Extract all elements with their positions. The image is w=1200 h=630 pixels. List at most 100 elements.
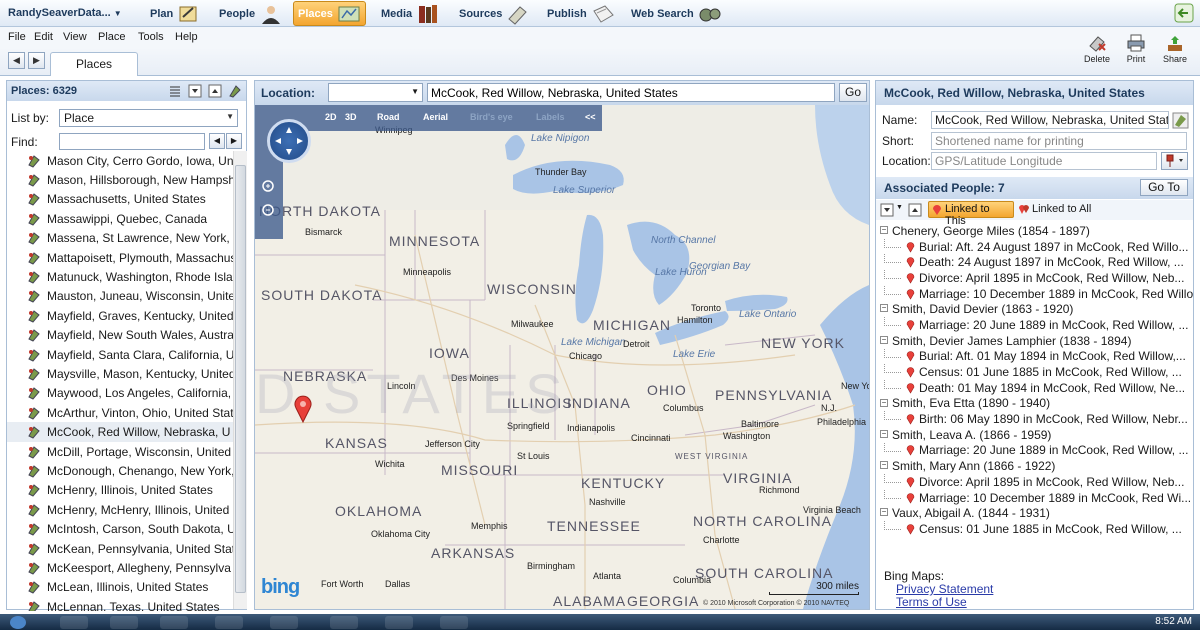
place-list-item[interactable]: McHenry, McHenry, Illinois, United S [7,500,233,519]
nav-places[interactable]: Places [293,1,366,26]
collapse-icon[interactable]: − [880,508,888,517]
places-scrollbar[interactable] [233,151,247,609]
event-node[interactable]: Marriage: 10 December 1889 in McCook, Re… [876,489,1193,506]
collapse-icon[interactable]: − [880,398,888,407]
place-list-item[interactable]: Mayfield, New South Wales, Austra [7,326,233,345]
location-search-input[interactable] [427,83,835,102]
pan-compass-icon[interactable] [267,119,311,163]
place-list-item[interactable]: Mauston, Juneau, Wisconsin, Unite [7,287,233,306]
event-node[interactable]: Burial: Aft. 24 August 1897 in McCook, R… [876,238,1193,255]
menu-file[interactable]: File [8,31,26,43]
place-list-item[interactable]: Maywood, Los Angeles, California, [7,384,233,403]
collapse-icon[interactable]: − [880,335,888,344]
taskbar-app-icon[interactable] [270,616,298,629]
taskbar-app-icon[interactable] [385,616,413,629]
person-node[interactable]: − Smith, David Devier (1863 - 1920) [876,301,1193,317]
nav-plan[interactable]: Plan [150,0,201,27]
list-view-icon[interactable] [168,84,182,98]
place-list-item[interactable]: Mayfield, Graves, Kentucky, United [7,306,233,325]
view-road[interactable]: Road [377,112,400,122]
person-node[interactable]: − Chenery, George Miles (1854 - 1897) [876,223,1193,239]
taskbar-app-icon[interactable] [215,616,243,629]
place-list-item[interactable]: Mattapoisett, Plymouth, Massachus [7,248,233,267]
place-list-item[interactable]: Mason, Hillsborough, New Hampsh [7,170,233,189]
place-list-item[interactable]: McHenry, Illinois, United States [7,481,233,500]
taskbar-app-icon[interactable] [160,616,188,629]
place-list-item[interactable]: McCook, Red Willow, Nebraska, U [7,422,233,442]
event-node[interactable]: Marriage: 20 June 1889 in McCook, Red Wi… [876,442,1193,459]
event-node[interactable]: Death: 01 May 1894 in McCook, Red Willow… [876,379,1193,396]
map-pin-icon[interactable] [293,395,313,423]
chevron-down-icon[interactable]: ▼ [896,204,903,211]
location-history-dropdown[interactable] [328,83,423,102]
zoom-in-icon[interactable] [261,179,277,195]
tab-places[interactable]: Places [50,52,138,76]
place-list-item[interactable]: Massachusetts, United States [7,190,233,209]
history-back-button[interactable]: ◀ [8,52,25,69]
event-node[interactable]: Death: 24 August 1897 in McCook, Red Wil… [876,254,1193,270]
nav-publish[interactable]: Publish [547,0,615,27]
place-list-item[interactable]: Matunuck, Washington, Rhode Islan [7,267,233,286]
view-aerial[interactable]: Aerial [423,112,448,122]
list-by-select[interactable]: Place [59,109,238,127]
start-button-icon[interactable] [10,616,26,629]
menu-edit[interactable]: Edit [34,31,53,43]
linked-to-all-toggle[interactable]: Linked to All [1018,203,1091,215]
place-list-item[interactable]: McArthur, Vinton, Ohio, United State [7,403,233,422]
find-previous-button[interactable]: ◀ [209,133,225,149]
collapse-icon[interactable]: − [880,429,888,438]
menu-help[interactable]: Help [175,31,198,43]
event-node[interactable]: Burial: Aft. 01 May 1894 in McCook, Red … [876,348,1193,365]
menu-tools[interactable]: Tools [138,31,164,43]
place-list-item[interactable]: McDill, Portage, Wisconsin, United [7,442,233,461]
place-list-item[interactable]: Mason City, Cerro Gordo, Iowa, Unit [7,151,233,170]
scrollbar-thumb[interactable] [235,165,246,593]
print-button[interactable]: Print [1119,34,1153,64]
gps-input[interactable]: GPS/Latitude Longitude [931,152,1157,170]
nav-media[interactable]: Media [381,0,440,27]
view-labels[interactable]: Labels [536,112,565,122]
taskbar-app-icon[interactable] [440,616,468,629]
family-tree-dropdown[interactable]: RandySeaverData... ▼ [8,7,122,19]
pin-location-button[interactable] [1161,152,1188,170]
sort-up-icon[interactable] [908,203,922,217]
collapse-icon[interactable]: − [880,226,888,234]
zoom-out-icon[interactable] [261,203,277,219]
map-pin-tool-icon[interactable] [228,84,242,98]
taskbar-app-icon[interactable] [330,616,358,629]
place-list-item[interactable]: McDonough, Chenango, New York, [7,461,233,480]
place-list-item[interactable]: McIntosh, Carson, South Dakota, Ur [7,519,233,538]
menu-view[interactable]: View [63,31,87,43]
place-list-item[interactable]: McKean, Pennsylvania, United Stat [7,539,233,558]
terms-of-use-link[interactable]: Terms of Use [896,596,1185,609]
person-node[interactable]: − Smith, Eva Etta (1890 - 1940) [876,396,1193,412]
event-node[interactable]: Census: 01 June 1885 in McCook, Red Will… [876,521,1193,537]
person-node[interactable]: − Smith, Leava A. (1866 - 1959) [876,427,1193,443]
find-input[interactable] [59,133,205,150]
menu-place[interactable]: Place [98,31,126,43]
sort-down-icon[interactable] [880,203,894,217]
event-node[interactable]: Marriage: 10 December 1889 in McCook, Re… [876,285,1193,302]
linked-to-this-toggle[interactable]: Linked to This [928,201,1014,227]
view-3d[interactable]: 3D [345,112,357,122]
person-node[interactable]: − Smith, Mary Ann (1866 - 1922) [876,458,1193,474]
nav-web-search[interactable]: Web Search [631,0,722,27]
globe-lookup-icon[interactable] [1172,112,1189,129]
event-node[interactable]: Divorce: April 1895 in McCook, Red Willo… [876,474,1193,490]
sort-up-icon[interactable] [208,84,222,98]
view-birds-eye[interactable]: Bird's eye [470,112,513,122]
nav-sources[interactable]: Sources [459,0,530,27]
collapse-icon[interactable]: − [880,304,888,313]
event-node[interactable]: Divorce: April 1895 in McCook, Red Willo… [876,270,1193,286]
back-arrow-icon[interactable] [1174,3,1194,23]
place-list-item[interactable]: Mayfield, Santa Clara, California, U [7,345,233,364]
taskbar-app-icon[interactable] [60,616,88,629]
event-node[interactable]: Marriage: 20 June 1889 in McCook, Red Wi… [876,317,1193,333]
taskbar-app-icon[interactable] [110,616,138,629]
place-list-item[interactable]: McLean, Illinois, United States [7,578,233,597]
place-list-item[interactable]: Maysville, Mason, Kentucky, United [7,364,233,383]
share-button[interactable]: Share [1158,34,1192,64]
find-next-button[interactable]: ▶ [226,133,242,149]
delete-button[interactable]: Delete [1080,34,1114,64]
place-list-item[interactable]: McKeesport, Allegheny, Pennsylva [7,558,233,577]
